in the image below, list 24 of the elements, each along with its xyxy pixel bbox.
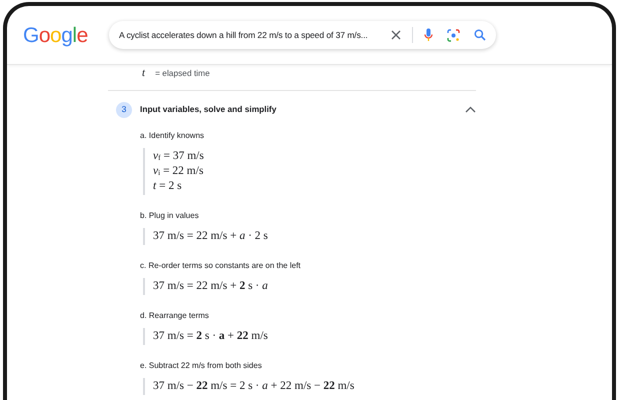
substep-label: b. Plug in values — [140, 210, 200, 222]
substep-label: a. Identify knowns — [140, 130, 206, 142]
variable-symbol: t — [142, 66, 146, 81]
step-title: Input variables, solve and simplify — [140, 103, 278, 116]
equation: 37 m/s = 22 m/s + 2 s · a — [153, 280, 268, 292]
microphone-icon[interactable] — [424, 28, 433, 42]
equation: v$_{f}$ = 37 m/s — [153, 150, 204, 162]
logo[interactable]: Google — [23, 24, 109, 46]
search-query: A cyclist accelerates down a hill from 22 m/s to a speed of 37 m/s... — [119, 28, 369, 42]
substep-label: d. Rearrange terms — [140, 310, 210, 322]
collapse-icon[interactable] — [465, 106, 476, 113]
equation: v$_{i}$ = 22 m/s — [153, 164, 204, 176]
camera-icon[interactable] — [447, 28, 460, 42]
equation: 37 m/s − 22 m/s = 2 s · a + 22 m/s − 22 m/s — [153, 380, 354, 392]
step-number: 3 — [116, 102, 132, 118]
equation: t = 2 s — [153, 180, 182, 192]
close-icon[interactable] — [391, 30, 401, 40]
variable-definition: = elapsed time — [155, 66, 210, 80]
substep-label: c. Re-order terms so constants are on the left — [140, 260, 302, 272]
substep-label: e. Subtract 22 m/s from both sides — [140, 360, 263, 372]
search-icon[interactable] — [474, 29, 486, 41]
search-field[interactable]: A cyclist accelerates down a hill from 22 m/s to a speed of 37 m/s... — [109, 21, 496, 49]
equation: 37 m/s = 2 s · a + 22 m/s — [153, 330, 268, 342]
equation: 37 m/s = 22 m/s + a · 2 s — [153, 230, 268, 242]
